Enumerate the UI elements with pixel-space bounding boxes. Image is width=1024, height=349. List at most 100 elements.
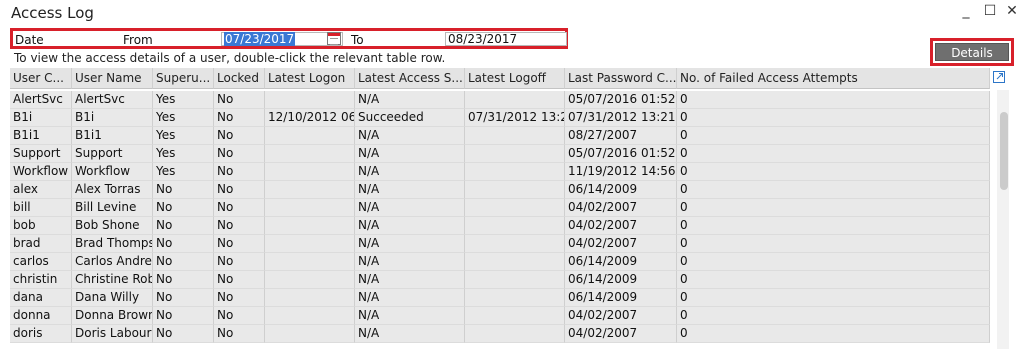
cell-locked: No — [214, 181, 265, 199]
cell-failed-attempts: 0 — [677, 145, 990, 163]
table-row[interactable]: dana Dana Willy No No N/A 06/14/2009 0 — [10, 289, 990, 307]
cell-user-code: Support — [10, 145, 72, 163]
cell-latest-logoff — [465, 235, 565, 253]
table-row[interactable]: Workflow Workflow Yes No N/A 11/19/2012 14:56… — [10, 163, 990, 181]
cell-last-password-change: 08/27/2007 — [565, 127, 677, 145]
close-icon[interactable]: ✕ — [1004, 3, 1020, 19]
cell-failed-attempts: 0 — [677, 325, 990, 343]
cell-latest-access-status: N/A — [355, 217, 465, 235]
to-date-input[interactable]: 08/23/2017 — [445, 32, 567, 46]
cell-user-name: Bill Levine — [72, 199, 153, 217]
column-header-superuser[interactable]: Superu... — [153, 68, 214, 89]
table-row[interactable]: B1i1 B1i1 Yes No N/A 08/27/2007 0 — [10, 127, 990, 145]
cell-superuser: Yes — [153, 163, 214, 181]
table-row[interactable]: christinChristine RobleNoNoN/A06/14/2009… — [10, 271, 990, 289]
cell-superuser: No — [153, 253, 214, 271]
title-bar: Access Log _ ☐ ✕ — [0, 0, 1024, 26]
column-header-latest-logoff[interactable]: Latest Logoff — [465, 68, 565, 89]
table-row[interactable]: doris Doris Labour No No N/A 04/02/2007 0 — [10, 325, 990, 343]
cell-locked: No — [214, 145, 265, 163]
cell-locked: No — [214, 271, 265, 289]
cell-superuser: No — [153, 307, 214, 325]
cell-locked: No — [214, 127, 265, 145]
cell-user-code: christin — [10, 271, 72, 289]
column-header-latest-logon[interactable]: Latest Logon — [265, 68, 355, 89]
table-row[interactable]: carlos Carlos Andres No No N/A 06/14/2009 0 — [10, 253, 990, 271]
cell-latest-logon — [265, 253, 355, 271]
table-row[interactable]: brad Brad Thompsc No No N/A 04/02/2007 0 — [10, 235, 990, 253]
table-row[interactable]: bob Bob Shone No No N/A 04/02/2007 0 — [10, 217, 990, 235]
access-log-table: User C... User Name Superu... Locked Lat… — [10, 68, 1010, 349]
cell-superuser: No — [153, 289, 214, 307]
cell-locked: No — [214, 325, 265, 343]
cell-superuser: No — [153, 217, 214, 235]
cell-user-code: brad — [10, 235, 72, 253]
cell-last-password-change: 06/14/2009 — [565, 271, 677, 289]
maximize-icon[interactable]: ☐ — [982, 3, 998, 19]
cell-latest-logon — [265, 271, 355, 289]
cell-locked: No — [214, 217, 265, 235]
cell-user-code: dana — [10, 289, 72, 307]
cell-locked: No — [214, 163, 265, 181]
cell-failed-attempts: 0 — [677, 289, 990, 307]
cell-last-password-change: 04/02/2007 — [565, 325, 677, 343]
minimize-icon[interactable]: _ — [958, 3, 974, 19]
expand-icon[interactable] — [993, 71, 1005, 83]
column-header-failed-attempts[interactable]: No. of Failed Access Attempts — [677, 68, 990, 89]
column-header-user-code[interactable]: User C... — [10, 68, 72, 89]
cell-failed-attempts: 0 — [677, 127, 990, 145]
cell-user-name: Donna Brown — [72, 307, 153, 325]
details-button[interactable]: Details — [935, 43, 1009, 61]
table-row[interactable]: B1i B1i Yes No 12/10/2012 06: Succeeded 07/31/… — [10, 109, 990, 127]
cell-user-code: alex — [10, 181, 72, 199]
cell-user-name: Support — [72, 145, 153, 163]
cell-locked: No — [214, 253, 265, 271]
cell-failed-attempts: 0 — [677, 91, 990, 109]
table-row[interactable]: bill Bill Levine No No N/A 04/02/2007 0 — [10, 199, 990, 217]
cell-superuser: Yes — [153, 109, 214, 127]
table-row[interactable]: alex Alex Torras No No N/A 06/14/2009 0 — [10, 181, 990, 199]
column-header-last-password-change[interactable]: Last Password C... — [565, 68, 677, 89]
cell-latest-logon — [265, 325, 355, 343]
cell-latest-logon — [265, 127, 355, 145]
calendar-icon[interactable] — [327, 32, 341, 45]
table-header-row: User C... User Name Superu... Locked Lat… — [10, 68, 990, 89]
cell-latest-logoff — [465, 91, 565, 109]
cell-superuser: No — [153, 325, 214, 343]
table-row[interactable]: donna Donna Brown No No N/A 04/02/2007 0 — [10, 307, 990, 325]
cell-last-password-change: 07/31/2012 13:21: — [565, 109, 677, 127]
cell-latest-logon — [265, 307, 355, 325]
cell-failed-attempts: 0 — [677, 163, 990, 181]
from-date-value: 07/23/2017 — [224, 32, 296, 46]
cell-latest-logoff — [465, 325, 565, 343]
cell-user-name: Alex Torras — [72, 181, 153, 199]
cell-last-password-change: 06/14/2009 — [565, 253, 677, 271]
scrollbar-thumb[interactable] — [1000, 112, 1008, 190]
cell-user-code: B1i1 — [10, 127, 72, 145]
column-header-locked[interactable]: Locked — [214, 68, 265, 89]
cell-superuser: No — [153, 235, 214, 253]
to-date-value: 08/23/2017 — [448, 32, 518, 46]
cell-latest-logon — [265, 289, 355, 307]
cell-latest-access-status: N/A — [355, 289, 465, 307]
cell-latest-logoff — [465, 181, 565, 199]
cell-user-code: Workflow — [10, 163, 72, 181]
cell-last-password-change: 04/02/2007 — [565, 235, 677, 253]
cell-failed-attempts: 0 — [677, 307, 990, 325]
table-row[interactable]: AlertSvc AlertSvc Yes No N/A 05/07/2016 01:52… — [10, 91, 990, 109]
cell-latest-logon — [265, 217, 355, 235]
cell-latest-access-status: N/A — [355, 199, 465, 217]
cell-failed-attempts: 0 — [677, 253, 990, 271]
instruction-text: To view the access details of a user, do… — [14, 51, 446, 65]
column-header-latest-access-status[interactable]: Latest Access S... — [355, 68, 465, 89]
from-date-input[interactable]: 07/23/2017 — [221, 32, 343, 46]
cell-latest-logon — [265, 181, 355, 199]
cell-locked: No — [214, 91, 265, 109]
cell-latest-logon — [265, 145, 355, 163]
cell-latest-access-status: N/A — [355, 325, 465, 343]
column-header-user-name[interactable]: User Name — [72, 68, 153, 89]
cell-last-password-change: 11/19/2012 14:56: — [565, 163, 677, 181]
cell-user-name: Workflow — [72, 163, 153, 181]
cell-failed-attempts: 0 — [677, 235, 990, 253]
table-row[interactable]: Support Support Yes No N/A 05/07/2016 01:52: 0 — [10, 145, 990, 163]
